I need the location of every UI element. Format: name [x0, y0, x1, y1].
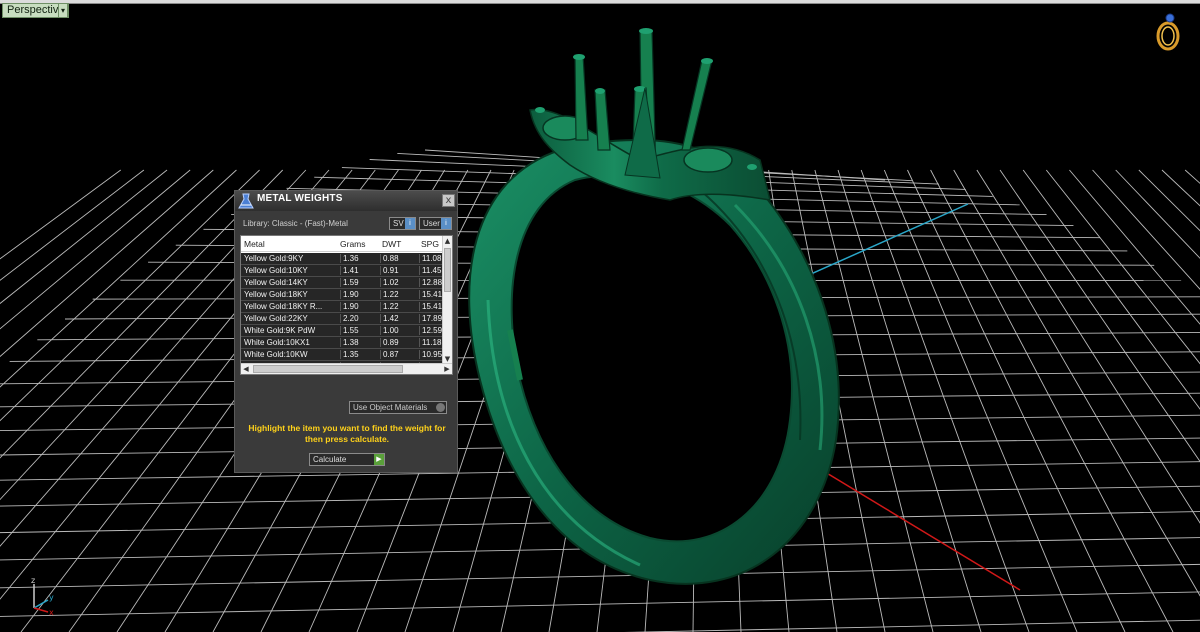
table-cell: White Gold:14K PdW [244, 374, 337, 375]
table-cell: 14.37 [419, 374, 444, 375]
flask-icon [238, 193, 254, 209]
use-object-materials-label: Use Object Materials [353, 403, 428, 412]
table-cell: 0.87 [380, 350, 418, 359]
table-cell: 11.18 [419, 338, 444, 347]
metal-table[interactable]: Metal Grams DWT SPG Yellow Gold:9KY 1.36 0… [240, 235, 453, 375]
table-row[interactable]: White Gold:10KW 1.35 0.87 10.95 [241, 349, 444, 361]
table-row[interactable]: Yellow Gold:10KY 1.41 0.91 11.45 [241, 265, 444, 277]
table-row[interactable]: White Gold:10KX1 1.38 0.89 11.18 [241, 337, 444, 349]
calculate-label: Calculate [313, 455, 347, 464]
viewport-dropdown-icon[interactable]: ▾ [58, 3, 68, 18]
table-cell: 17.89 [419, 314, 444, 323]
scroll-thumb[interactable] [444, 248, 451, 292]
table-cell: 15.41 [419, 290, 444, 299]
panel-title: METAL WEIGHTS [257, 193, 343, 204]
play-icon[interactable]: ▶ [374, 454, 384, 465]
table-cell: 0.89 [380, 338, 418, 347]
table-cell: White Gold:9K PdW [244, 326, 316, 335]
use-object-materials-button[interactable]: Use Object Materials [349, 401, 447, 414]
ring-model[interactable] [468, 28, 840, 585]
spinner-icon[interactable]: i [405, 218, 415, 229]
table-cell: 1.14 [380, 374, 418, 375]
scroll-up-icon[interactable]: ▲ [443, 236, 452, 246]
spinner-icon[interactable]: i [441, 218, 451, 229]
table-cell: 1.55 [340, 326, 378, 335]
table-cell: 10.95 [419, 350, 444, 359]
user-label: User [423, 219, 440, 228]
ring-icon[interactable] [1150, 10, 1190, 52]
close-icon[interactable]: x [442, 194, 455, 207]
scene-canvas[interactable] [0, 0, 1200, 632]
panel-titlebar[interactable]: METAL WEIGHTS x [235, 191, 457, 211]
table-cell: 1.22 [380, 290, 418, 299]
scroll-left-icon[interactable]: ◀ [241, 364, 251, 374]
table-cell: 1.22 [380, 302, 418, 311]
horizontal-scrollbar[interactable]: ◀ ▶ [241, 363, 452, 374]
table-cell: Yellow Gold:22KY [244, 314, 308, 323]
table-cell: Yellow Gold:10KY [244, 266, 308, 275]
table-header: Metal Grams DWT SPG [241, 236, 444, 252]
table-cell: White Gold:10KX1 [244, 338, 310, 347]
library-label: Library: Classic - (Fast)-Metal [243, 219, 348, 228]
table-cell: 1.35 [340, 350, 378, 359]
instruction-text: Highlight the item you want to find the … [248, 423, 446, 444]
table-cell: Yellow Gold:18KY [244, 290, 308, 299]
axis-gizmo: z y x [31, 576, 54, 616]
3d-viewport[interactable]: Perspective ▾ z y x [0, 0, 1200, 632]
column-header-dwt[interactable]: DWT [382, 239, 401, 249]
column-header-grams[interactable]: Grams [340, 239, 366, 249]
table-row[interactable]: Yellow Gold:14KY 1.59 1.02 12.88 [241, 277, 444, 289]
table-row[interactable]: White Gold:9K PdW 1.55 1.00 12.59 [241, 325, 444, 337]
table-cell: White Gold:10KW [244, 350, 308, 359]
scroll-right-icon[interactable]: ▶ [442, 364, 452, 374]
axis-y-label: y [49, 593, 54, 602]
top-toolbar-strip [0, 0, 1200, 4]
table-cell: 1.77 [340, 374, 378, 375]
table-cell: 15.41 [419, 302, 444, 311]
table-cell: 1.02 [380, 278, 418, 287]
user-spinner[interactable]: User i [419, 217, 452, 230]
table-cell: 1.42 [380, 314, 418, 323]
table-cell: 11.45 [419, 266, 444, 275]
table-row[interactable]: Yellow Gold:18KY R... 1.90 1.22 15.41 [241, 301, 444, 313]
table-cell: Yellow Gold:14KY [244, 278, 308, 287]
table-cell: 1.41 [340, 266, 378, 275]
table-cell: 1.59 [340, 278, 378, 287]
table-cell: 11.08 [419, 254, 444, 263]
table-cell: 12.88 [419, 278, 444, 287]
table-cell: 12.59 [419, 326, 444, 335]
sv-spinner[interactable]: SV i [389, 217, 416, 230]
column-header-metal[interactable]: Metal [244, 239, 265, 249]
table-cell: 0.88 [380, 254, 418, 263]
toggle-icon[interactable] [436, 403, 445, 412]
table-cell: 1.00 [380, 326, 418, 335]
table-cell: Yellow Gold:18KY R... [244, 302, 323, 311]
vertical-scrollbar[interactable]: ▲ ▼ [442, 236, 452, 364]
table-cell: 1.36 [340, 254, 378, 263]
table-cell: 1.90 [340, 302, 378, 311]
table-cell: Yellow Gold:9KY [244, 254, 304, 263]
sv-label: SV [393, 219, 404, 228]
table-row[interactable]: Yellow Gold:22KY 2.20 1.42 17.89 [241, 313, 444, 325]
metal-weights-panel[interactable]: METAL WEIGHTS x Library: Classic - (Fast… [234, 190, 458, 473]
axis-z-label: z [31, 576, 35, 585]
column-header-spg[interactable]: SPG [421, 239, 439, 249]
scroll-thumb[interactable] [253, 365, 403, 373]
table-cell: 2.20 [340, 314, 378, 323]
calculate-button[interactable]: Calculate ▶ [309, 453, 385, 466]
table-cell: 0.91 [380, 266, 418, 275]
table-cell: 1.38 [340, 338, 378, 347]
table-row[interactable]: Yellow Gold:18KY 1.90 1.22 15.41 [241, 289, 444, 301]
table-cell: 1.90 [340, 290, 378, 299]
axis-x-label: x [49, 608, 54, 616]
table-row[interactable]: Yellow Gold:9KY 1.36 0.88 11.08 [241, 253, 444, 265]
